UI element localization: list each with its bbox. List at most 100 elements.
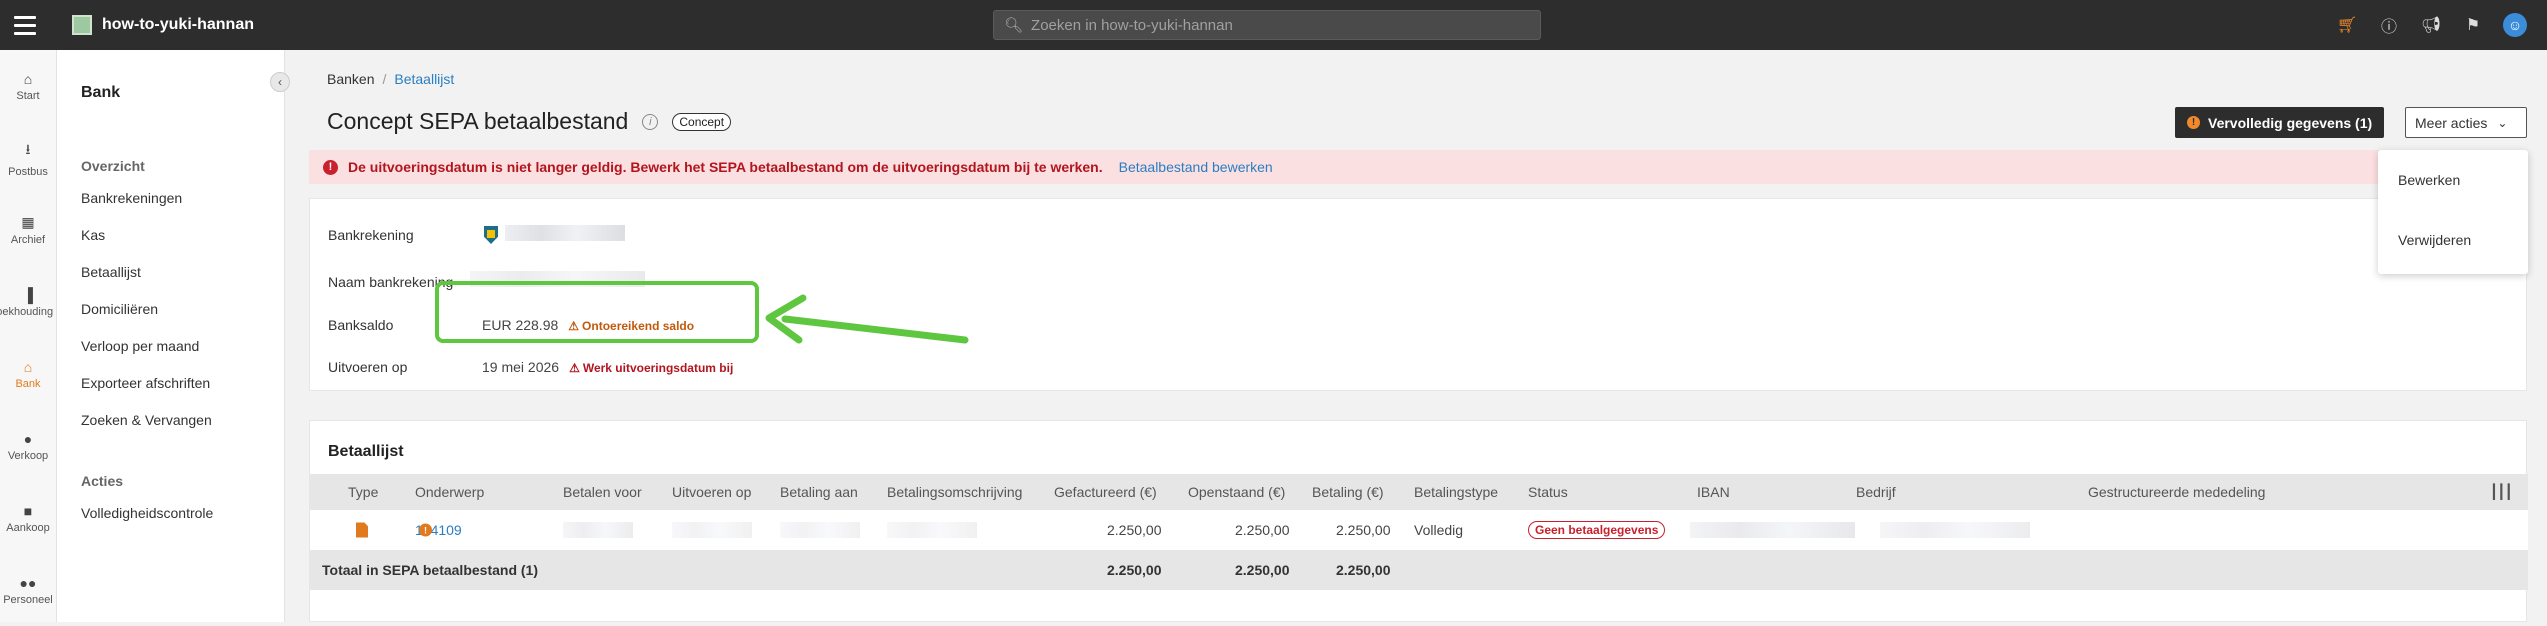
sidebar-item-domicilieren[interactable]: Domiciliëren <box>81 291 284 328</box>
sidebar-item-bankrekeningen[interactable]: Bankrekeningen <box>81 180 284 217</box>
row-betaling: 2.250,00 <box>1336 522 1391 538</box>
megaphone-icon[interactable]: 📢︎ <box>2419 13 2443 37</box>
cart-icon[interactable]: 🛒︎ <box>2335 13 2359 37</box>
people-icon: ●● <box>19 574 37 591</box>
annotation-highlight-box <box>435 281 759 343</box>
page-title: Concept SEPA betaalbestand <box>327 108 629 134</box>
row-gefactureerd: 2.250,00 <box>1107 522 1162 538</box>
bookmark-icon[interactable]: ⚑ <box>2461 13 2485 37</box>
col-betaling[interactable]: Betaling (€) <box>1312 484 1384 500</box>
col-betalingstype[interactable]: Betalingstype <box>1414 484 1498 500</box>
search-box[interactable]: 🔍︎ <box>993 10 1541 40</box>
total-gefactureerd: 2.250,00 <box>1107 562 1162 578</box>
home-icon: ⌂ <box>23 70 33 87</box>
alert-message: De uitvoeringsdatum is niet langer geldi… <box>348 159 1103 175</box>
col-mededeling[interactable]: Gestructureerde mededeling <box>2088 484 2265 500</box>
search-icon: 🔍︎ <box>1004 17 1024 34</box>
bankrekening-value-redacted <box>505 225 625 241</box>
menu-icon[interactable] <box>14 13 44 37</box>
col-iban[interactable]: IBAN <box>1697 484 1730 500</box>
column-settings-icon[interactable]: ┃┃┃ <box>2490 484 2513 501</box>
error-alert: ! De uitvoeringsdatum is niet langer gel… <box>309 150 2527 184</box>
col-onderwerp[interactable]: Onderwerp <box>415 484 484 500</box>
user-icon[interactable]: ☺ <box>2503 13 2527 37</box>
total-betaling: 2.250,00 <box>1336 562 1391 578</box>
redacted-cell <box>1690 522 1855 538</box>
app-rail: ⌂Start ⭳Postbus ▦Archief ▐Boekhouding ⌂B… <box>0 50 57 622</box>
rail-item-personeel[interactable]: ●● Personeel <box>0 554 56 626</box>
bank-logo-icon <box>484 226 498 244</box>
bankrekening-label: Bankrekening <box>328 227 414 243</box>
col-betalen-voor[interactable]: Betalen voor <box>563 484 642 500</box>
info-icon[interactable]: i <box>642 113 659 130</box>
row-betalingstype: Volledig <box>1414 522 1464 538</box>
breadcrumb-betaallijst[interactable]: Betaallijst <box>394 71 454 87</box>
more-actions-menu: Bewerken Verwijderen <box>2378 150 2528 274</box>
row-status-badge: Geen betaalgegevens <box>1528 521 1666 539</box>
info-icon[interactable]: ⓘ <box>2377 13 2401 37</box>
sidebar-item-kas[interactable]: Kas <box>81 217 284 254</box>
sidebar-item-exporteer[interactable]: Exporteer afschriften <box>81 365 284 402</box>
total-openstaand: 2.250,00 <box>1235 562 1290 578</box>
error-icon: ! <box>323 159 338 175</box>
rail-item-start[interactable]: ⌂ Start <box>0 50 56 122</box>
app-logo <box>72 15 92 35</box>
col-omschrijving[interactable]: Betalingsomschrijving <box>887 484 1022 500</box>
sidebar: Bank Overzicht Bankrekeningen Kas Betaal… <box>57 50 285 622</box>
total-label: Totaal in SEPA betaalbestand (1) <box>322 562 539 578</box>
col-bedrijf[interactable]: Bedrijf <box>1856 484 1896 500</box>
uitvoeren-value: 19 mei 2026 ⚠︎ Werk uitvoeringsdatum bij <box>482 359 734 375</box>
table-row[interactable]: 104109! 2.250,00 2.250,00 2.250,00 Volle… <box>310 510 2528 550</box>
redacted-cell <box>887 522 977 538</box>
rail-item-boekhouding[interactable]: ▐Boekhouding <box>0 266 56 338</box>
bank-icon: ⌂ <box>23 358 33 375</box>
page-title-row: Concept SEPA betaalbestand i Concept <box>327 108 732 135</box>
breadcrumb: Banken / Betaallijst <box>327 71 455 87</box>
app-title[interactable]: how-to-yuki-hannan <box>102 16 254 34</box>
chevron-down-icon: ⌄ <box>2497 115 2508 130</box>
sidebar-item-volledigheidscontrole[interactable]: Volledigheidscontrole <box>81 495 284 532</box>
edit-paymentfile-link[interactable]: Betaalbestand bewerken <box>1119 159 1273 175</box>
col-gefactureerd[interactable]: Gefactureerd (€) <box>1054 484 1157 500</box>
collapse-sidebar-icon[interactable]: ‹ <box>270 72 290 92</box>
more-actions-button[interactable]: Meer acties ⌄ <box>2405 107 2527 138</box>
complete-data-button[interactable]: ! Vervolledig gegevens (1) <box>2175 107 2385 138</box>
redacted-cell <box>563 522 633 538</box>
table-title: Betaallijst <box>328 443 404 460</box>
payment-list-card: Betaallijst Type Onderwerp Betalen voor … <box>309 420 2528 622</box>
archive-icon: ▦ <box>21 214 35 230</box>
document-icon <box>356 522 368 538</box>
warning-triangle-icon: ⚠︎ <box>569 361 580 375</box>
search-input[interactable] <box>1031 16 1532 34</box>
col-betaling-aan[interactable]: Betaling aan <box>780 484 858 500</box>
rail-item-aankoop[interactable]: ■ Aankoop <box>0 482 56 554</box>
menu-item-bewerken[interactable]: Bewerken <box>2378 156 2528 216</box>
sidebar-item-betaallijst[interactable]: Betaallijst <box>81 254 284 291</box>
col-status[interactable]: Status <box>1528 484 1568 500</box>
rail-item-verkoop[interactable]: ● Verkoop <box>0 410 56 482</box>
rail-item-archief[interactable]: ▦ Archief <box>0 194 56 266</box>
rail-item-bank[interactable]: ⌂ Bank <box>0 338 56 410</box>
col-type[interactable]: Type <box>348 484 378 500</box>
menu-item-verwijderen[interactable]: Verwijderen <box>2378 216 2528 276</box>
sidebar-item-zoeken[interactable]: Zoeken & Vervangen <box>81 402 284 439</box>
chart-icon: ▐ <box>23 286 33 303</box>
col-openstaand[interactable]: Openstaand (€) <box>1188 484 1285 500</box>
redacted-cell <box>780 522 860 538</box>
banksaldo-label: Banksaldo <box>328 317 394 333</box>
redacted-cell <box>1880 522 2030 538</box>
uitvoeren-label: Uitvoeren op <box>328 359 408 375</box>
breadcrumb-banken[interactable]: Banken <box>327 71 374 87</box>
status-badge: Concept <box>672 112 732 131</box>
warning-icon: ! <box>2187 116 2200 129</box>
inbox-icon: ⭳ <box>25 140 31 157</box>
table-header: Type Onderwerp Betalen voor Uitvoeren op… <box>310 474 2528 510</box>
rail-item-postbus[interactable]: ⭳ Postbus <box>0 122 56 194</box>
row-info-icon[interactable]: ! <box>419 523 432 537</box>
chat-icon: ● <box>23 430 33 447</box>
date-warning: ⚠︎ Werk uitvoeringsdatum bij <box>569 361 734 375</box>
col-uitvoeren-op[interactable]: Uitvoeren op <box>672 484 751 500</box>
sidebar-item-verloop[interactable]: Verloop per maand <box>81 328 284 365</box>
table-total-row: Totaal in SEPA betaalbestand (1) 2.250,0… <box>310 550 2528 590</box>
truck-icon: ■ <box>23 502 33 519</box>
